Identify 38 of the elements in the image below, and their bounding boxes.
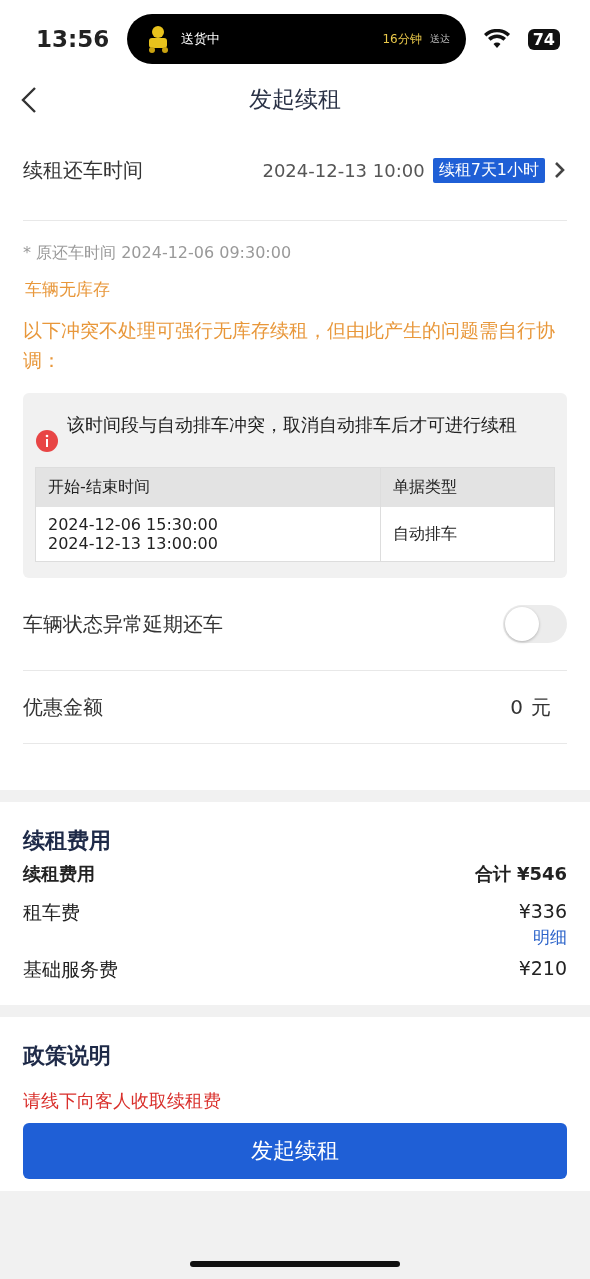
back-icon[interactable] — [20, 86, 38, 114]
battery-level: 74 — [527, 28, 560, 50]
live-activity[interactable]: 送货中 16分钟 送达 — [127, 14, 466, 64]
duration-badge: 续租7天1小时 — [432, 157, 545, 183]
table-cell: 自动排车 — [381, 507, 554, 562]
wifi-icon — [483, 29, 510, 49]
original-return-time: * 原还车时间 2024-12-06 09:30:00 — [23, 243, 293, 264]
page-title: 发起续租 — [249, 84, 341, 114]
chevron-right-icon[interactable] — [553, 160, 567, 180]
fee-label: 基础服务费 — [23, 957, 118, 983]
clock-time: 13:56 — [36, 26, 110, 52]
toggle-switch[interactable] — [503, 605, 567, 644]
warning-text: 以下冲突不处理可强行无库存续租，但由此产生的问题需自行协调： — [23, 318, 556, 373]
activity-label: 送货中 — [181, 30, 222, 48]
policy-note: 请线下向客人收取续租费 — [23, 1089, 222, 1114]
fee-amount: ¥210 — [518, 957, 567, 980]
field-label: 优惠金额 — [23, 693, 104, 721]
fee-total: 合计 ¥546 — [474, 862, 567, 887]
field-label: 续租还车时间 — [23, 156, 144, 184]
fee-amount: ¥336 — [518, 900, 567, 923]
toggle-label: 车辆状态异常延期还车 — [23, 610, 224, 638]
conflict-message: 该时间段与自动排车冲突，取消自动排车后才可进行续租 — [67, 413, 517, 438]
section-title: 政策说明 — [23, 1042, 112, 1071]
table-header: 单据类型 — [381, 468, 554, 508]
section-title: 续租费用 — [23, 827, 112, 856]
eta-time: 16分钟 — [382, 30, 422, 48]
discount-value[interactable]: 0 — [510, 695, 523, 720]
submit-button[interactable]: 发起续租 — [23, 1123, 567, 1180]
table-header: 开始-结束时间 — [36, 468, 381, 508]
fee-label: 租车费 — [23, 900, 80, 926]
currency-unit: 元 — [531, 693, 551, 721]
eta-suffix: 送达 — [429, 32, 450, 46]
table-cell: 2024-12-06 15:30:00 2024-12-13 13:00:00 — [36, 507, 381, 562]
fee-subtitle: 续租费用 — [23, 862, 95, 887]
return-time-value[interactable]: 2024-12-13 10:00 — [262, 159, 425, 181]
alert-icon — [35, 429, 59, 454]
stock-status: 车辆无库存 — [24, 278, 111, 301]
details-link[interactable]: 明细 — [533, 926, 567, 950]
